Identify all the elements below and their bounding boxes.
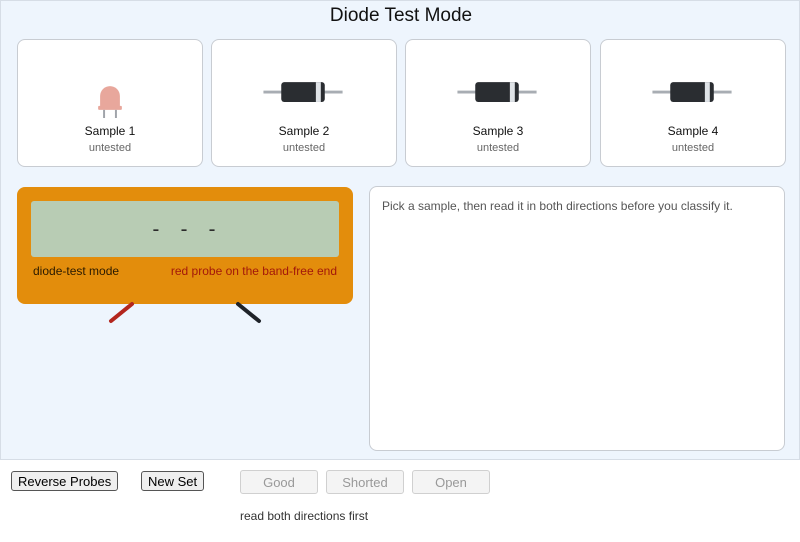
probe-hint: red probe on the band-free end <box>170 264 337 278</box>
instruction-text: Pick a sample, then read it in both dire… <box>382 199 733 213</box>
simulation-stage: Diode Test Mode Sample 1 untested Sample… <box>0 0 800 460</box>
sample-status: untested <box>671 142 715 154</box>
classify-hint: read both directions first <box>240 509 369 523</box>
sample-status: untested <box>282 142 326 154</box>
page-title: Diode Test Mode <box>329 5 473 26</box>
black-probe[interactable] <box>233 301 265 325</box>
sample-name: Sample 3 <box>472 124 524 138</box>
meter-display: - - - <box>31 201 339 257</box>
sample-status: untested <box>88 142 132 154</box>
sample-status: untested <box>476 142 520 154</box>
sample-card-3[interactable]: Sample 3 untested <box>405 39 591 167</box>
sample-card-4[interactable]: Sample 4 untested <box>600 39 786 167</box>
diode-icon <box>263 82 343 102</box>
message-panel: Pick a sample, then read it in both dire… <box>369 186 785 451</box>
sample-name: Sample 4 <box>667 124 719 138</box>
reverse-probes-button[interactable]: Reverse Probes <box>11 471 119 491</box>
red-probe[interactable] <box>105 301 137 325</box>
sample-name: Sample 1 <box>84 124 136 138</box>
diode-icon <box>457 82 537 102</box>
led-icon <box>98 86 122 118</box>
meter-mode-label: diode-test mode <box>33 264 120 278</box>
sample-card-1[interactable]: Sample 1 untested <box>17 39 203 167</box>
multimeter: - - - diode-test mode red probe on the b… <box>17 187 353 304</box>
classify-shorted-button[interactable]: Shorted <box>326 470 404 494</box>
new-set-button[interactable]: New Set <box>141 471 205 491</box>
classify-good-button[interactable]: Good <box>240 470 318 494</box>
classify-open-button[interactable]: Open <box>412 470 490 494</box>
sample-name: Sample 2 <box>278 124 330 138</box>
sample-card-2[interactable]: Sample 2 untested <box>211 39 397 167</box>
diode-icon <box>652 82 732 102</box>
